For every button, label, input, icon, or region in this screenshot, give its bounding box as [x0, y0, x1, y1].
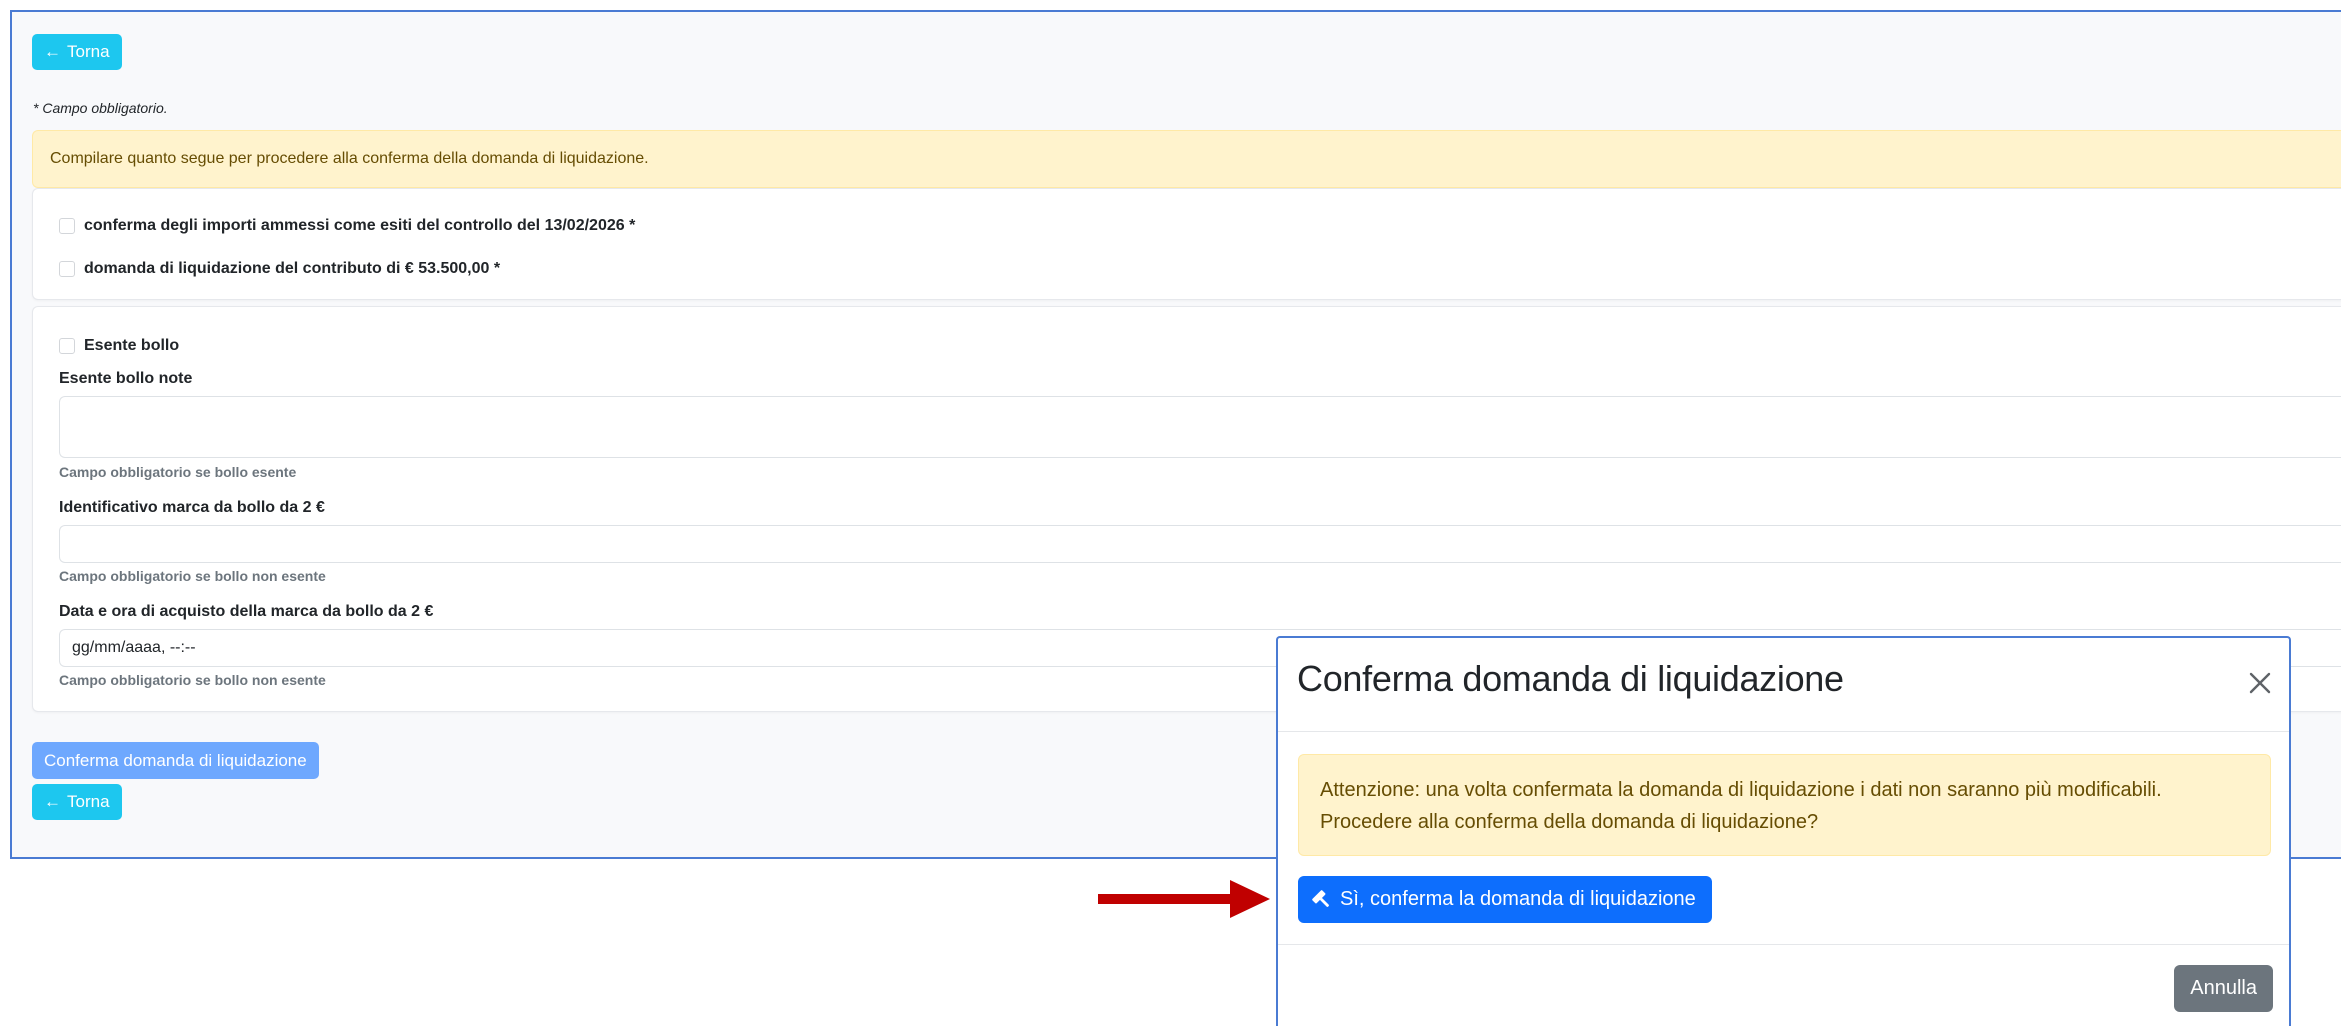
check-domanda-liquidazione[interactable]: domanda di liquidazione del contributo d…	[59, 260, 500, 278]
back-button-label: Torna	[67, 792, 110, 811]
close-icon[interactable]	[2245, 668, 2275, 698]
back-button-top[interactable]: ← Torna	[32, 34, 122, 70]
modal-warning-alert: Attenzione: una volta confermata la doma…	[1298, 754, 2271, 856]
check-domanda-label: domanda di liquidazione del contributo d…	[84, 260, 501, 277]
marca-id-input[interactable]	[59, 525, 2341, 563]
modal-title: Conferma domanda di liquidazione	[1297, 658, 1844, 699]
modal-header: Conferma domanda di liquidazione	[1278, 638, 2289, 732]
arrow-left-icon: ←	[44, 42, 61, 61]
check-esente-bollo[interactable]: Esente bollo	[59, 337, 179, 355]
required-field-note: * Campo obbligatorio.	[33, 100, 168, 116]
confirmation-checks-card: conferma degli importi ammessi come esit…	[32, 188, 2341, 300]
marca-id-label: Identificativo marca da bollo da 2 €	[59, 499, 325, 516]
back-button-bottom[interactable]: ← Torna	[32, 784, 122, 820]
confirm-liquidation-label: Conferma domanda di liquidazione	[44, 750, 307, 770]
arrow-left-icon: ←	[44, 792, 61, 811]
confirm-yes-button[interactable]: Sì, conferma la domanda di liquidazione	[1298, 876, 1712, 923]
modal-warning-line-2: Procedere alla conferma della domanda di…	[1320, 811, 1819, 833]
cancel-button-label: Annulla	[2190, 977, 2257, 999]
checkbox[interactable]	[59, 261, 75, 277]
cancel-button[interactable]: Annulla	[2174, 965, 2273, 1012]
hammer-icon	[1312, 889, 1329, 907]
esente-note-textarea[interactable]	[59, 396, 2341, 458]
modal-warning-line-1: Attenzione: una volta confermata la doma…	[1320, 779, 2162, 801]
confirm-yes-label: Sì, conferma la domanda di liquidazione	[1340, 888, 1696, 910]
modal-footer-divider	[1278, 944, 2289, 945]
esente-bollo-label: Esente bollo	[84, 337, 180, 354]
esente-note-help: Campo obbligatorio se bollo esente	[59, 464, 297, 480]
marca-datetime-placeholder: gg/mm/aaaa, --:--	[72, 639, 196, 656]
annotation-arrow-icon	[1098, 880, 1270, 918]
check-importi-ammessi[interactable]: conferma degli importi ammessi come esit…	[59, 217, 635, 235]
esente-note-label: Esente bollo note	[59, 370, 193, 387]
checkbox[interactable]	[59, 218, 75, 234]
marca-id-help: Campo obbligatorio se bollo non esente	[59, 568, 326, 584]
confirm-modal: Conferma domanda di liquidazione Attenzi…	[1276, 636, 2291, 1026]
marca-data-label: Data e ora di acquisto della marca da bo…	[59, 603, 434, 620]
back-button-label: Torna	[67, 42, 110, 61]
checkbox[interactable]	[59, 338, 75, 354]
marca-data-help: Campo obbligatorio se bollo non esente	[59, 672, 326, 688]
check-importi-label: conferma degli importi ammessi come esit…	[84, 217, 636, 234]
info-alert: Compilare quanto segue per procedere all…	[32, 130, 2341, 188]
confirm-liquidation-button[interactable]: Conferma domanda di liquidazione	[32, 742, 319, 779]
info-alert-text: Compilare quanto segue per procedere all…	[50, 150, 649, 167]
